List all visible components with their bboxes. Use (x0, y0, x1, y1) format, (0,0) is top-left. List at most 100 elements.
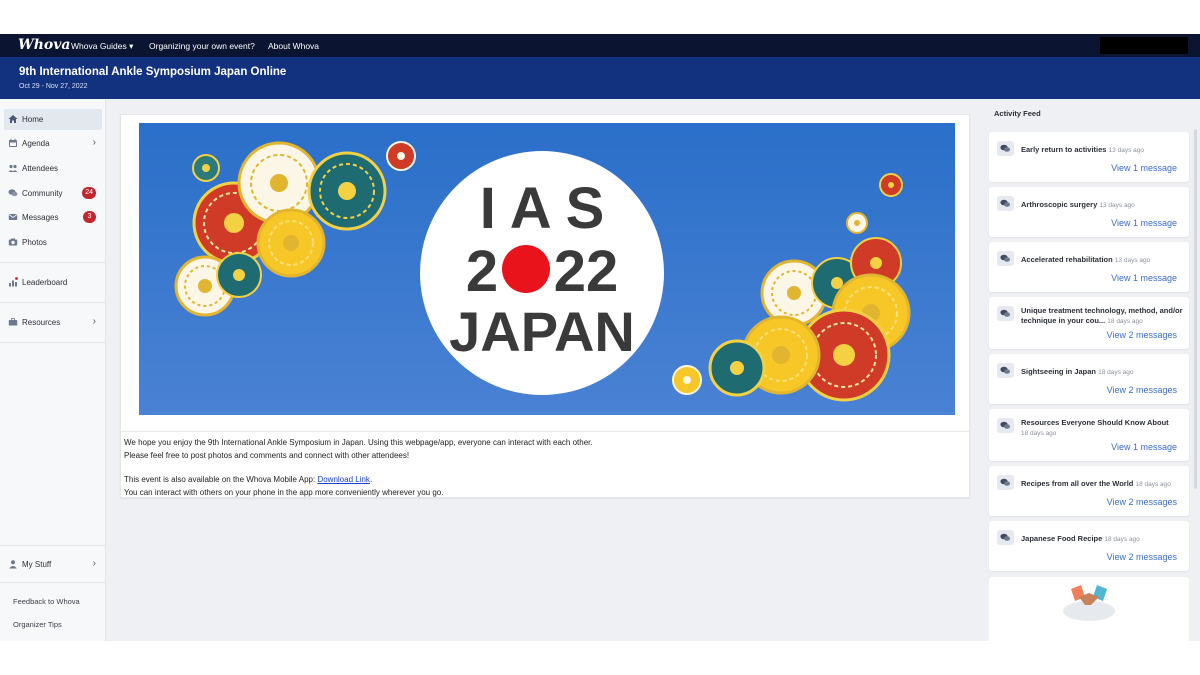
sidebar-item-resources[interactable]: Resources › (4, 312, 102, 333)
organizer-tips-link[interactable]: Organizer Tips (13, 620, 62, 629)
feed-topic: Resources Everyone Should Know About (1021, 418, 1169, 427)
sidebar-item-messages[interactable]: Messages 3 (4, 207, 102, 228)
discussion-icon (997, 251, 1014, 266)
messages-badge: 3 (83, 211, 96, 223)
feed-topic: Japanese Food Recipe (1021, 534, 1103, 543)
sidebar-item-attendees[interactable]: Attendees (4, 158, 102, 179)
whova-app: Whova Whova Guides ▾ Organizing your own… (0, 34, 1200, 641)
view-messages-link[interactable]: View 1 message (1111, 442, 1177, 452)
sidebar-item-my-stuff[interactable]: My Stuff › (4, 554, 102, 575)
feedback-link[interactable]: Feedback to Whova (13, 597, 80, 606)
feed-time: 18 days ago (1107, 318, 1143, 325)
sidebar-divider (0, 342, 106, 343)
view-messages-link[interactable]: View 2 messages (1107, 552, 1177, 562)
view-messages-link[interactable]: View 1 message (1111, 163, 1177, 173)
whova-logo[interactable]: Whova (18, 37, 70, 53)
feed-item[interactable]: Sightseeing in Japan 18 days ago View 2 … (989, 354, 1189, 404)
feed-item[interactable]: Resources Everyone Should Know About 18 d… (989, 409, 1189, 461)
feed-scrollbar[interactable] (1194, 129, 1197, 489)
feed-item[interactable]: Arthroscopic surgery 13 days ago View 1 … (989, 187, 1189, 237)
sidebar-divider (0, 582, 106, 583)
event-header: 9th International Ankle Symposium Japan … (0, 57, 1200, 99)
view-messages-link[interactable]: View 2 messages (1107, 497, 1177, 507)
activity-feed-title: Activity Feed (994, 109, 1041, 118)
feed-item-title: Sightseeing in Japan 18 days ago (1021, 367, 1183, 378)
feed-item[interactable]: Early return to activities 13 days ago V… (989, 132, 1189, 182)
calendar-icon (9, 138, 17, 147)
home-icon (8, 115, 18, 123)
view-messages-link[interactable]: View 1 message (1111, 273, 1177, 283)
chevron-right-icon: › (92, 558, 96, 569)
user-icon (9, 560, 17, 569)
sidebar-divider (0, 545, 106, 546)
sidebar-item-community[interactable]: Community 24 (4, 183, 102, 204)
discussion-icon (997, 363, 1014, 378)
camera-icon (8, 238, 18, 246)
feed-item-title: Recipes from all over the World 18 days … (1021, 479, 1183, 490)
sidebar-item-label: Resources (22, 318, 61, 327)
discussion-icon (997, 306, 1014, 321)
feed-time: 18 days ago (1104, 536, 1140, 543)
view-messages-link[interactable]: View 2 messages (1107, 330, 1177, 340)
feed-time: 13 days ago (1099, 202, 1135, 209)
activity-feed: Activity Feed Early return to activities… (984, 99, 1200, 641)
sidebar-item-agenda[interactable]: Agenda › (4, 133, 102, 154)
feed-time: 18 days ago (1135, 481, 1171, 488)
sidebar-divider (0, 262, 106, 263)
rising-sun-icon (502, 245, 550, 293)
feed-item[interactable]: Unique treatment technology, method, and… (989, 297, 1189, 349)
sidebar-divider (0, 302, 106, 303)
sidebar: Home Agenda › Attendees Community 24 Mes… (0, 99, 106, 641)
event-title: 9th International Ankle Symposium Japan … (19, 66, 287, 78)
chevron-right-icon: › (92, 316, 96, 327)
feed-item[interactable]: Recipes from all over the World 18 days … (989, 466, 1189, 516)
sidebar-item-label: Leaderboard (22, 278, 68, 287)
sidebar-item-leaderboard[interactable]: Leaderboard (4, 272, 102, 293)
view-messages-link[interactable]: View 2 messages (1107, 385, 1177, 395)
feed-item-title: Arthroscopic surgery 13 days ago (1021, 200, 1183, 211)
banner-year-digits: 22 (554, 239, 619, 304)
card-divider (121, 431, 969, 432)
feed-time: 13 days ago (1114, 257, 1151, 264)
feed-topic: Recipes from all over the World (1021, 479, 1134, 488)
feed-topic: Accelerated rehabilitation (1021, 255, 1113, 264)
people-icon (8, 164, 18, 172)
handshake-icon (1063, 585, 1115, 621)
top-nav: Whova Whova Guides ▾ Organizing your own… (0, 34, 1200, 57)
feed-time: 13 days ago (1108, 147, 1144, 154)
chevron-right-icon: › (92, 137, 96, 148)
feed-item-title: Early return to activities 13 days ago (1021, 145, 1183, 156)
description-line: We hope you enjoy the 9th International … (124, 438, 593, 447)
event-dates: Oct 29 - Nov 27, 2022 (19, 83, 88, 90)
download-link[interactable]: Download Link (317, 475, 369, 484)
feed-topic: Unique treatment technology, method, and… (1021, 306, 1183, 325)
discussion-icon (997, 141, 1014, 156)
discussion-icon (997, 475, 1014, 490)
view-messages-link[interactable]: View 1 message (1111, 218, 1177, 228)
description-text: . (369, 475, 373, 484)
description-line: This event is also available on the Whov… (124, 474, 593, 487)
discussion-icon (997, 530, 1014, 545)
feed-item[interactable]: Japanese Food Recipe 18 days ago View 2 … (989, 521, 1189, 571)
redacted-user-area[interactable] (1100, 37, 1188, 54)
feed-item-title: Unique treatment technology, method, and… (1021, 306, 1183, 327)
sidebar-item-home[interactable]: Home (4, 109, 102, 130)
feed-promo-card (989, 577, 1189, 641)
nav-about-whova[interactable]: About Whova (268, 41, 319, 51)
banner-ias-text: I A S (480, 176, 605, 241)
nav-whova-guides[interactable]: Whova Guides ▾ (71, 41, 133, 52)
sidebar-item-label: Messages (22, 213, 59, 222)
feed-time: 18 days ago (1021, 430, 1057, 437)
feed-time: 18 days ago (1098, 369, 1134, 376)
discussion-icon (997, 418, 1014, 433)
feed-item-title: Resources Everyone Should Know About 18 d… (1021, 418, 1183, 439)
banner-japan-text: JAPAN (449, 300, 635, 363)
description-line: Please feel free to post photos and comm… (124, 450, 410, 460)
nav-organizing-event[interactable]: Organizing your own event? (149, 41, 255, 51)
sidebar-item-label: Attendees (22, 164, 59, 173)
community-badge: 24 (82, 187, 96, 199)
feed-item[interactable]: Accelerated rehabilitation 13 days ago V… (989, 242, 1189, 292)
bar-chart-icon (9, 277, 18, 287)
sidebar-item-photos[interactable]: Photos (4, 232, 102, 253)
